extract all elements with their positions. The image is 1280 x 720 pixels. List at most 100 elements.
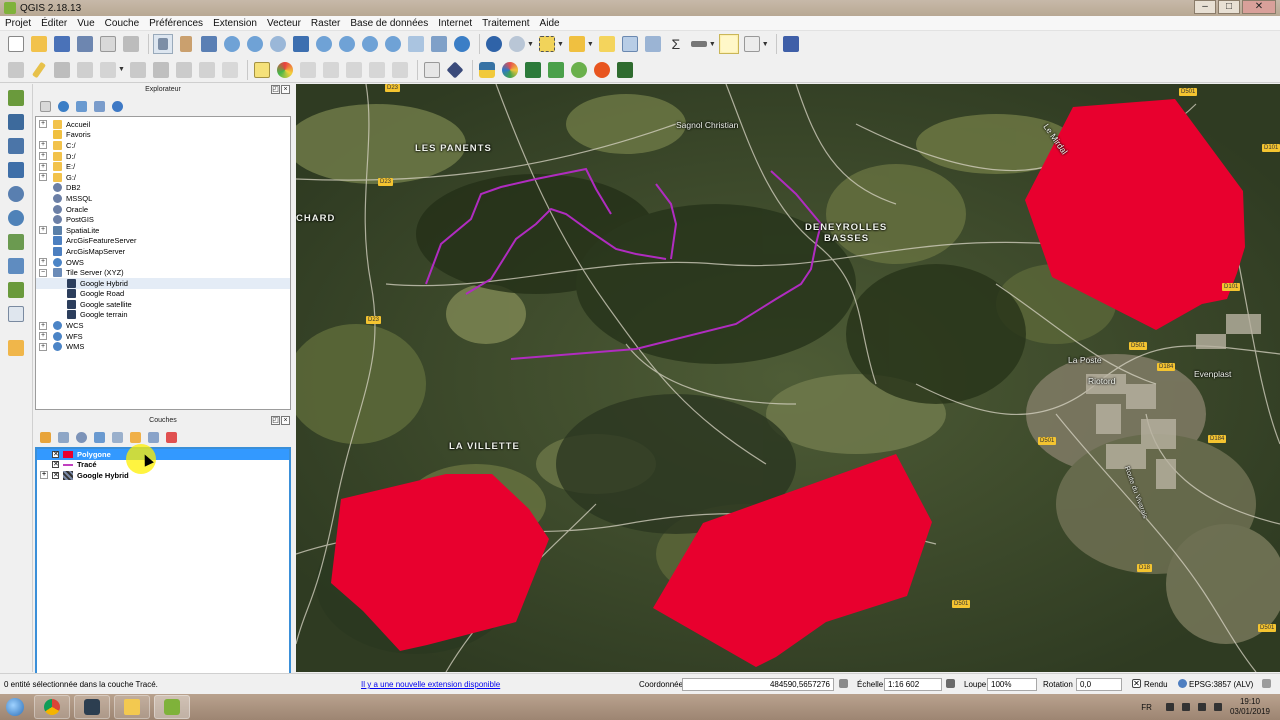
menu-editer[interactable]: Éditer: [36, 18, 72, 29]
layer-visibility-checkbox[interactable]: ✕: [52, 450, 59, 458]
explorer-item[interactable]: MSSQL: [36, 193, 290, 204]
action-icon[interactable]: [507, 34, 527, 54]
chrome-icon[interactable]: [34, 695, 70, 719]
add-vector-layer-icon[interactable]: [6, 88, 26, 108]
composer-manager-button[interactable]: [121, 34, 141, 54]
explorer-item[interactable]: + WFS: [36, 331, 290, 342]
expand-toggle-icon[interactable]: +: [39, 258, 47, 267]
expand-toggle-icon[interactable]: +: [39, 321, 47, 330]
menu-projet[interactable]: Projet: [0, 18, 36, 29]
render-checkbox[interactable]: ✕: [1132, 679, 1141, 688]
cut-features-icon[interactable]: [174, 60, 194, 80]
messages-icon[interactable]: [1262, 679, 1271, 688]
new-plugin-link[interactable]: Il y a une nouvelle extension disponible: [361, 680, 500, 689]
bookmark-icon[interactable]: [429, 34, 449, 54]
refresh-icon[interactable]: [452, 34, 472, 54]
menu-couche[interactable]: Couche: [100, 18, 144, 29]
clock[interactable]: 19:10 03/01/2019: [1230, 697, 1270, 717]
toggle-editing-icon[interactable]: [29, 60, 49, 80]
map-canvas[interactable]: LES PANENTS Sagnol Christian DENEYROLLES…: [296, 84, 1280, 672]
move-feature-icon[interactable]: [98, 60, 118, 80]
add-spatialite-icon[interactable]: [6, 136, 26, 156]
nox-icon[interactable]: [74, 695, 110, 719]
add-wcs-icon[interactable]: [6, 232, 26, 252]
delete-selected-icon[interactable]: [151, 60, 171, 80]
change-label-icon[interactable]: [390, 60, 410, 80]
field-calculator-icon[interactable]: [643, 34, 663, 54]
tray-arrow-icon[interactable]: [1165, 703, 1174, 711]
map-tips-icon[interactable]: [718, 34, 739, 54]
zoom-in-icon[interactable]: [222, 34, 242, 54]
processing-icon[interactable]: [500, 60, 520, 80]
new-project-button[interactable]: [6, 34, 26, 54]
new-shapefile-icon[interactable]: [6, 304, 26, 324]
add-postgis-icon[interactable]: [6, 160, 26, 180]
zoom-next-icon[interactable]: [383, 34, 403, 54]
layer-visibility-checkbox[interactable]: ✕: [52, 471, 59, 479]
add-selected-icon[interactable]: [40, 100, 51, 112]
model-builder-icon[interactable]: [523, 60, 543, 80]
identify-icon[interactable]: [484, 34, 504, 54]
csw-icon[interactable]: [422, 60, 442, 80]
collapse-all-icon[interactable]: [94, 100, 105, 112]
zoom-out-icon[interactable]: [245, 34, 265, 54]
edits-icon[interactable]: [6, 60, 26, 80]
georef-icon[interactable]: [546, 60, 566, 80]
menu-extension[interactable]: Extension: [208, 18, 262, 29]
explorer-item[interactable]: + OWS: [36, 257, 290, 268]
metasearch-icon[interactable]: [445, 60, 465, 80]
explorer-item[interactable]: Google Road: [36, 289, 290, 300]
zoom-full-icon[interactable]: [291, 34, 311, 54]
layer-visibility-checkbox[interactable]: ✕: [52, 461, 59, 469]
close-button[interactable]: ✕: [1242, 0, 1276, 14]
expand-all-icon[interactable]: [130, 431, 141, 443]
highlight-labels-icon[interactable]: [321, 60, 341, 80]
close-panel-button[interactable]: ×: [281, 85, 290, 94]
explorer-item[interactable]: + C:/: [36, 140, 290, 151]
add-group-icon[interactable]: [58, 431, 69, 443]
magnifier-field[interactable]: 100%: [987, 678, 1037, 691]
explorer-item[interactable]: + E:/: [36, 161, 290, 172]
style-layer-icon[interactable]: [40, 431, 51, 443]
scale-field[interactable]: 1:16 602: [884, 678, 942, 691]
explorer-item[interactable]: ArcGisFeatureServer: [36, 236, 290, 247]
help-icon[interactable]: [781, 34, 801, 54]
refresh-icon[interactable]: [58, 100, 69, 112]
select-by-expression-icon[interactable]: [567, 34, 587, 54]
move-label-icon[interactable]: [344, 60, 364, 80]
start-button[interactable]: [0, 694, 30, 720]
explorer-item[interactable]: + WMS: [36, 341, 290, 352]
filter-icon[interactable]: [76, 100, 87, 112]
rotate-label-icon[interactable]: [367, 60, 387, 80]
expand-toggle-icon[interactable]: +: [39, 226, 47, 235]
explorer-item[interactable]: Google terrain: [36, 310, 290, 321]
crs-label[interactable]: EPSG:3857 (ALV): [1189, 680, 1253, 689]
add-wfs-icon[interactable]: [6, 256, 26, 276]
qgis-icon[interactable]: [154, 695, 190, 719]
copy-features-icon[interactable]: [197, 60, 217, 80]
menu-traitement[interactable]: Traitement: [477, 18, 534, 29]
volume-icon[interactable]: [1197, 703, 1206, 711]
coordinate-toggle-icon[interactable]: [839, 679, 848, 688]
expand-toggle-icon[interactable]: +: [39, 141, 47, 150]
new-temp-layer-icon[interactable]: [6, 338, 26, 358]
person-plugin-icon[interactable]: [615, 60, 635, 80]
add-delimited-text-icon[interactable]: [6, 280, 26, 300]
explorer-item[interactable]: ArcGisMapServer: [36, 246, 290, 257]
select-features-icon[interactable]: [537, 34, 557, 54]
pan-to-selection-icon[interactable]: [153, 34, 173, 54]
explorer-item[interactable]: + D:/: [36, 151, 290, 162]
new-map-view-icon[interactable]: [406, 34, 426, 54]
add-feature-icon[interactable]: [75, 60, 95, 80]
explorer-item[interactable]: Favoris: [36, 130, 290, 141]
print-composer-button[interactable]: [98, 34, 118, 54]
paste-features-icon[interactable]: [220, 60, 240, 80]
rotation-field[interactable]: 0,0: [1076, 678, 1122, 691]
zoom-layer-icon[interactable]: [337, 34, 357, 54]
expand-toggle-icon[interactable]: −: [39, 268, 47, 277]
measure-icon[interactable]: [689, 34, 709, 54]
save-project-button[interactable]: [52, 34, 72, 54]
deselect-icon[interactable]: [597, 34, 617, 54]
explorer-item[interactable]: + SpatiaLite: [36, 225, 290, 236]
label-abc-icon[interactable]: [252, 60, 272, 80]
